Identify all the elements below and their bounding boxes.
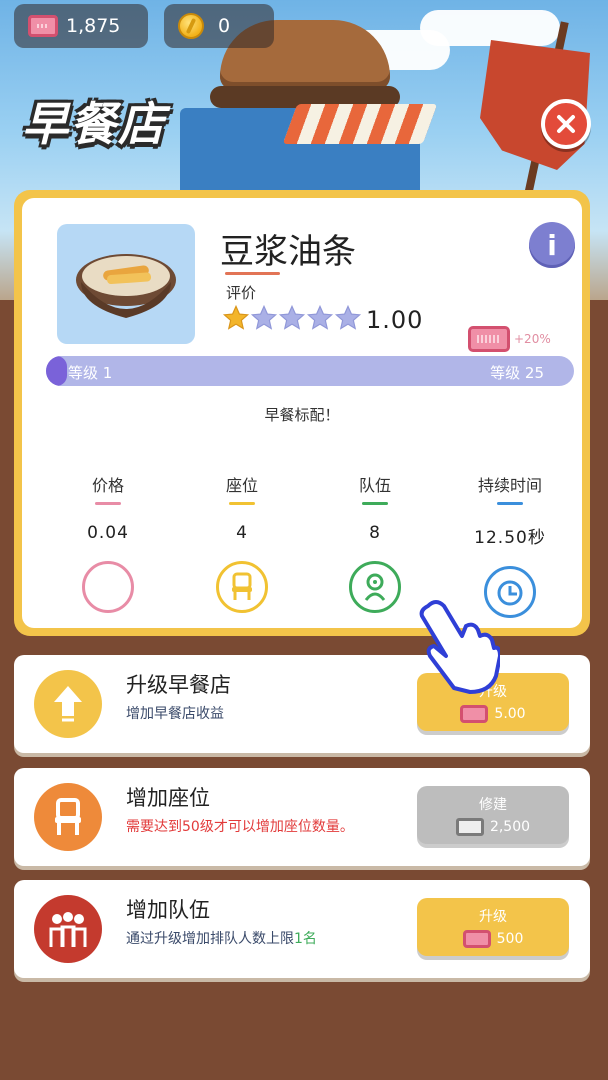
info-button[interactable]: i bbox=[529, 222, 575, 268]
level-start-label: 等级 1 bbox=[68, 364, 113, 382]
ticket-counter: 1,875 bbox=[14, 4, 148, 48]
dish-description: 早餐标配！ bbox=[264, 406, 340, 424]
stat-queue: 队伍 8 bbox=[325, 472, 425, 613]
add-queue-card: 增加队伍 通过升级增加排队人数上限1名 升级 500 bbox=[14, 880, 590, 978]
chair-icon bbox=[216, 561, 268, 613]
level-progress-bar: 等级 1 等级 25 bbox=[46, 356, 574, 386]
ticket-icon bbox=[455, 818, 484, 836]
card-title: 增加队伍 bbox=[126, 898, 210, 922]
price-icon bbox=[82, 561, 134, 613]
coin-icon bbox=[178, 13, 204, 39]
close-icon bbox=[557, 115, 575, 133]
star-filled-icon bbox=[222, 304, 250, 330]
ticket-icon bbox=[28, 15, 58, 37]
stat-value: 4 bbox=[236, 523, 248, 543]
shop-title: 早餐店 bbox=[22, 97, 166, 151]
card-title: 增加座位 bbox=[126, 786, 210, 810]
card-subtitle: 增加早餐店收益 bbox=[126, 706, 224, 722]
tutorial-hand-pointer-icon bbox=[419, 600, 500, 694]
card-subtitle: 需要达到50级才可以增加座位数量。 bbox=[126, 819, 354, 835]
button-cost: 2,500 bbox=[489, 819, 531, 835]
stat-value: 0.04 bbox=[87, 523, 129, 543]
rating-stars bbox=[222, 304, 362, 332]
card-subtitle: 通过升级增加排队人数上限1名 bbox=[126, 931, 317, 947]
star-empty-icon bbox=[250, 304, 278, 330]
ticket-icon bbox=[462, 930, 491, 948]
level-end-label: 等级 25 bbox=[490, 364, 544, 382]
stat-seats: 座位 4 bbox=[192, 472, 292, 613]
arrow-up-icon bbox=[34, 670, 102, 738]
dish-image bbox=[57, 224, 195, 344]
build-seats-button[interactable]: 修建 2,500 bbox=[417, 786, 569, 844]
stat-label: 价格 bbox=[91, 476, 124, 495]
people-icon bbox=[34, 895, 102, 963]
upgrade-shop-card: 升级早餐店 增加早餐店收益 升级 5.00 bbox=[14, 655, 590, 753]
upgrade-queue-button[interactable]: 升级 500 bbox=[417, 898, 569, 956]
stat-label: 持续时间 bbox=[477, 476, 542, 495]
rating-label: 评价 bbox=[226, 284, 257, 302]
button-cost: 500 bbox=[496, 931, 524, 947]
person-icon bbox=[349, 561, 401, 613]
chair-icon bbox=[34, 783, 102, 851]
rating-value: 1.00 bbox=[366, 306, 424, 334]
star-empty-icon bbox=[306, 304, 334, 330]
add-seats-card: 增加座位 需要达到50级才可以增加座位数量。 修建 2,500 bbox=[14, 768, 590, 866]
button-label: 修建 bbox=[479, 797, 507, 813]
stat-label: 队伍 bbox=[358, 476, 391, 495]
close-button[interactable] bbox=[541, 99, 591, 149]
info-icon: i bbox=[547, 228, 557, 262]
ticket-bonus: +20% bbox=[468, 326, 551, 352]
dish-detail-panel: 豆浆油条 评价 1.00 i +20% 等级 1 等级 25 早餐标配！ 价格 … bbox=[14, 190, 590, 636]
ticket-count: 1,875 bbox=[66, 15, 121, 37]
coin-counter: 0 bbox=[164, 4, 274, 48]
bonus-value: +20% bbox=[514, 332, 551, 346]
dish-name-underline bbox=[225, 272, 280, 275]
coin-count: 0 bbox=[218, 15, 231, 37]
stat-price: 价格 0.04 bbox=[58, 472, 158, 613]
star-empty-icon bbox=[278, 304, 306, 330]
ticket-icon bbox=[468, 326, 510, 352]
queue-limit-highlight: 1名 bbox=[294, 931, 317, 947]
stat-value: 12.50秒 bbox=[474, 528, 546, 548]
ticket-icon bbox=[460, 705, 489, 723]
card-title: 升级早餐店 bbox=[126, 673, 231, 697]
star-empty-icon bbox=[334, 304, 362, 330]
stat-value: 8 bbox=[369, 523, 381, 543]
button-label: 升级 bbox=[479, 909, 507, 925]
level-progress-fill bbox=[46, 356, 68, 386]
cloud bbox=[420, 10, 560, 46]
dish-name: 豆浆油条 bbox=[220, 232, 356, 272]
stat-label: 座位 bbox=[225, 476, 258, 495]
button-cost: 5.00 bbox=[494, 706, 526, 722]
